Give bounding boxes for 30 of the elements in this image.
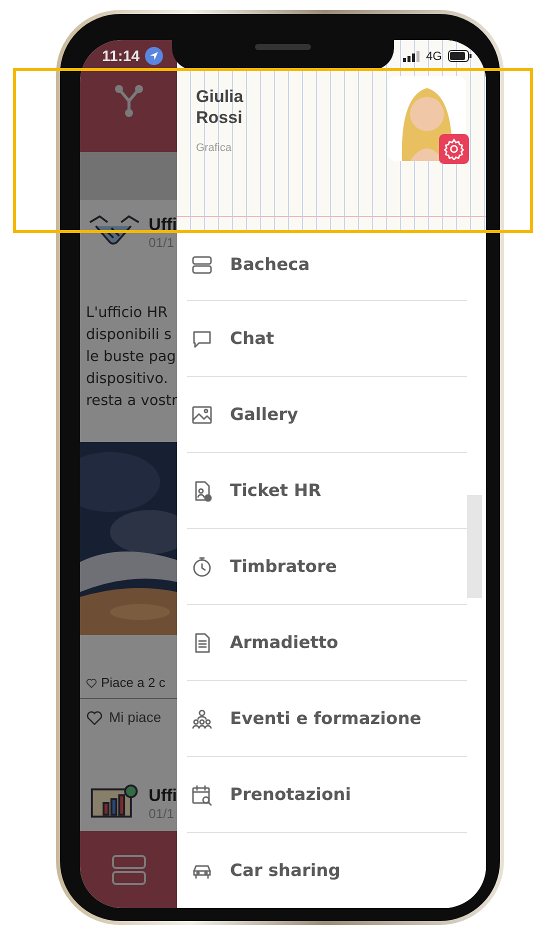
like-button[interactable]: Mi piace [80, 699, 177, 725]
settings-button[interactable] [439, 134, 469, 164]
post-title: Uffi [148, 214, 177, 234]
branch-logo-icon [114, 84, 144, 118]
signal-icon [402, 50, 420, 62]
post-text-line: L'ufficio HR [86, 304, 169, 323]
post-text-line: resta a vostr [86, 392, 177, 411]
stack-icon[interactable] [112, 855, 146, 885]
battery-icon [448, 50, 472, 62]
location-icon [144, 47, 163, 65]
likes-count: Piace a 2 c [101, 675, 166, 690]
network-type: 4G [426, 49, 442, 63]
post-text-line: dispositivo. [86, 370, 169, 389]
post-title: Uffi [148, 786, 177, 806]
menu-item[interactable]: Car sharing [187, 833, 467, 908]
menu-item[interactable]: Eventi e formazione [187, 681, 467, 757]
menu-item[interactable]: Prenotazioni [187, 757, 467, 833]
user-name: Giulia Rossi [196, 86, 244, 128]
post-text-line: le buste pag [86, 348, 177, 367]
menu-item[interactable]: Chat [187, 301, 467, 377]
menu-item[interactable]: Bacheca [187, 230, 467, 301]
calendar-search-icon [190, 782, 214, 806]
heart-icon [86, 678, 97, 688]
status-time: 11:14 [102, 48, 140, 64]
post-text-line: disponibili s [86, 326, 173, 345]
heart-icon [86, 710, 103, 724]
menu-item[interactable]: Gallery [187, 377, 467, 453]
menu-item[interactable]: Armadietto [187, 605, 467, 681]
user-role: Grafica [196, 142, 232, 154]
menu-item[interactable]: Ticket HR [187, 453, 467, 529]
